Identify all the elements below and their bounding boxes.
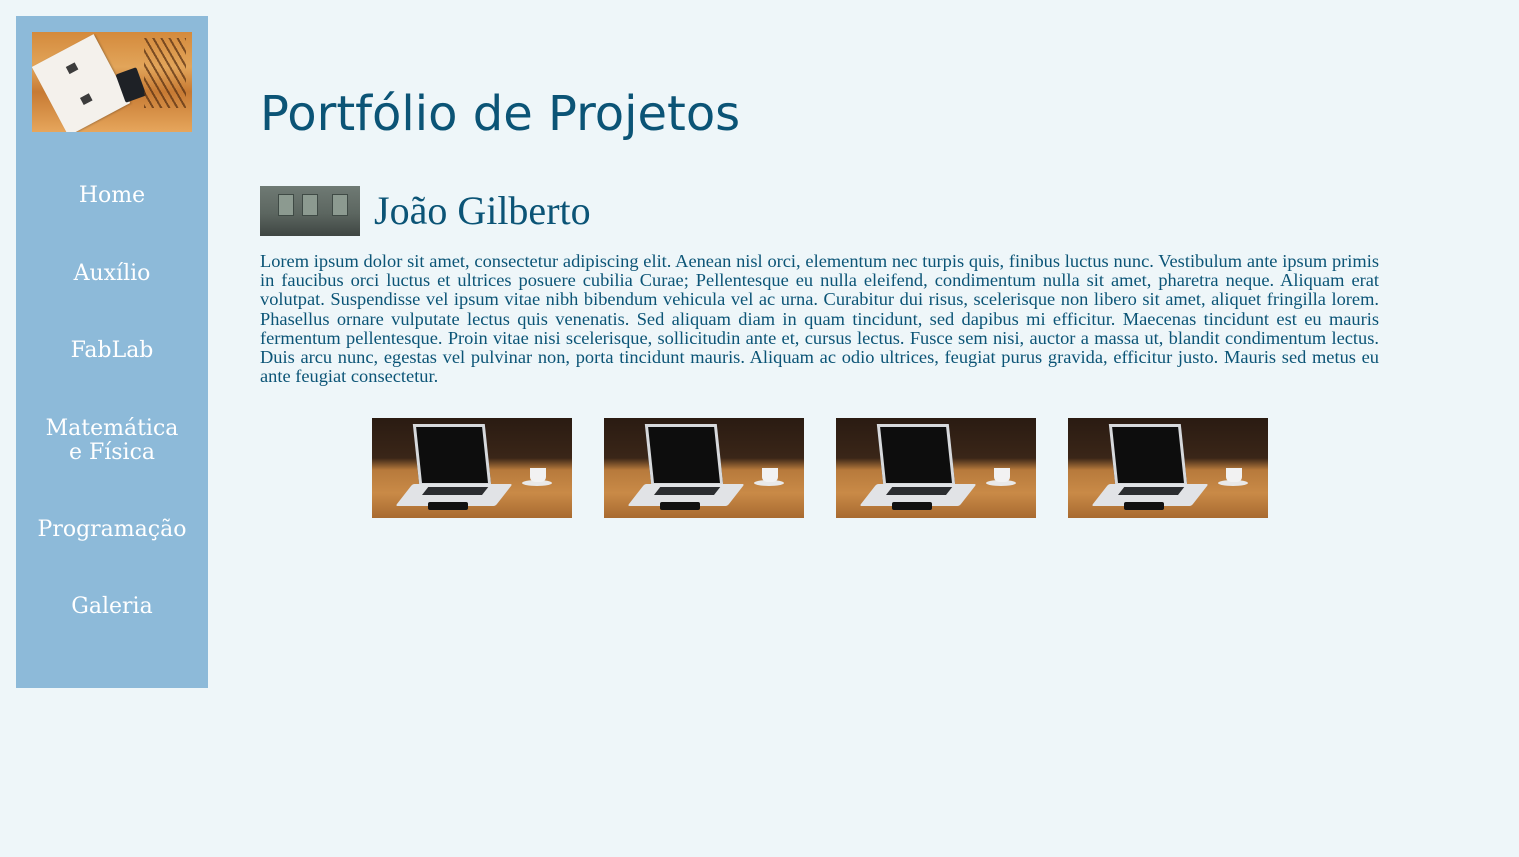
page-title: Portfólio de Projetos xyxy=(260,86,741,142)
building-window xyxy=(332,194,348,216)
gallery-image[interactable] xyxy=(836,418,1036,518)
phone-graphic xyxy=(1124,502,1164,510)
phone-graphic xyxy=(660,502,700,510)
profile-description: Lorem ipsum dolor sit amet, consectetur … xyxy=(260,251,1379,387)
coffee-cup-graphic xyxy=(762,468,778,482)
sidebar: Home Auxílio FabLab Matemática e Física … xyxy=(16,16,208,688)
gallery-image[interactable] xyxy=(604,418,804,518)
building-window xyxy=(278,194,294,216)
profile-name: João Gilberto xyxy=(374,188,591,233)
gallery-image[interactable] xyxy=(1068,418,1268,518)
sidebar-item-programacao[interactable]: Programação xyxy=(16,518,208,542)
profile-photo xyxy=(260,186,360,236)
sidebar-item-auxilio[interactable]: Auxílio xyxy=(16,262,208,286)
laptop-screen xyxy=(412,424,492,485)
laptop-screen xyxy=(1108,424,1188,485)
sidebar-item-matematica-fisica[interactable]: Matemática e Física xyxy=(42,417,182,465)
sidebar-item-home[interactable]: Home xyxy=(16,184,208,208)
phone-graphic xyxy=(892,502,932,510)
laptop-screen xyxy=(644,424,724,485)
leaves-graphic xyxy=(144,38,186,108)
laptop-screen xyxy=(876,424,956,485)
building-window xyxy=(302,194,318,216)
sidebar-item-fablab[interactable]: FabLab xyxy=(16,339,208,363)
coffee-cup-graphic xyxy=(1226,468,1242,482)
book-graphic xyxy=(32,34,131,132)
logo-image xyxy=(32,32,192,132)
sidebar-item-galeria[interactable]: Galeria xyxy=(16,595,208,619)
coffee-cup-graphic xyxy=(994,468,1010,482)
gallery-image[interactable] xyxy=(372,418,572,518)
coffee-cup-graphic xyxy=(530,468,546,482)
phone-graphic xyxy=(428,502,468,510)
